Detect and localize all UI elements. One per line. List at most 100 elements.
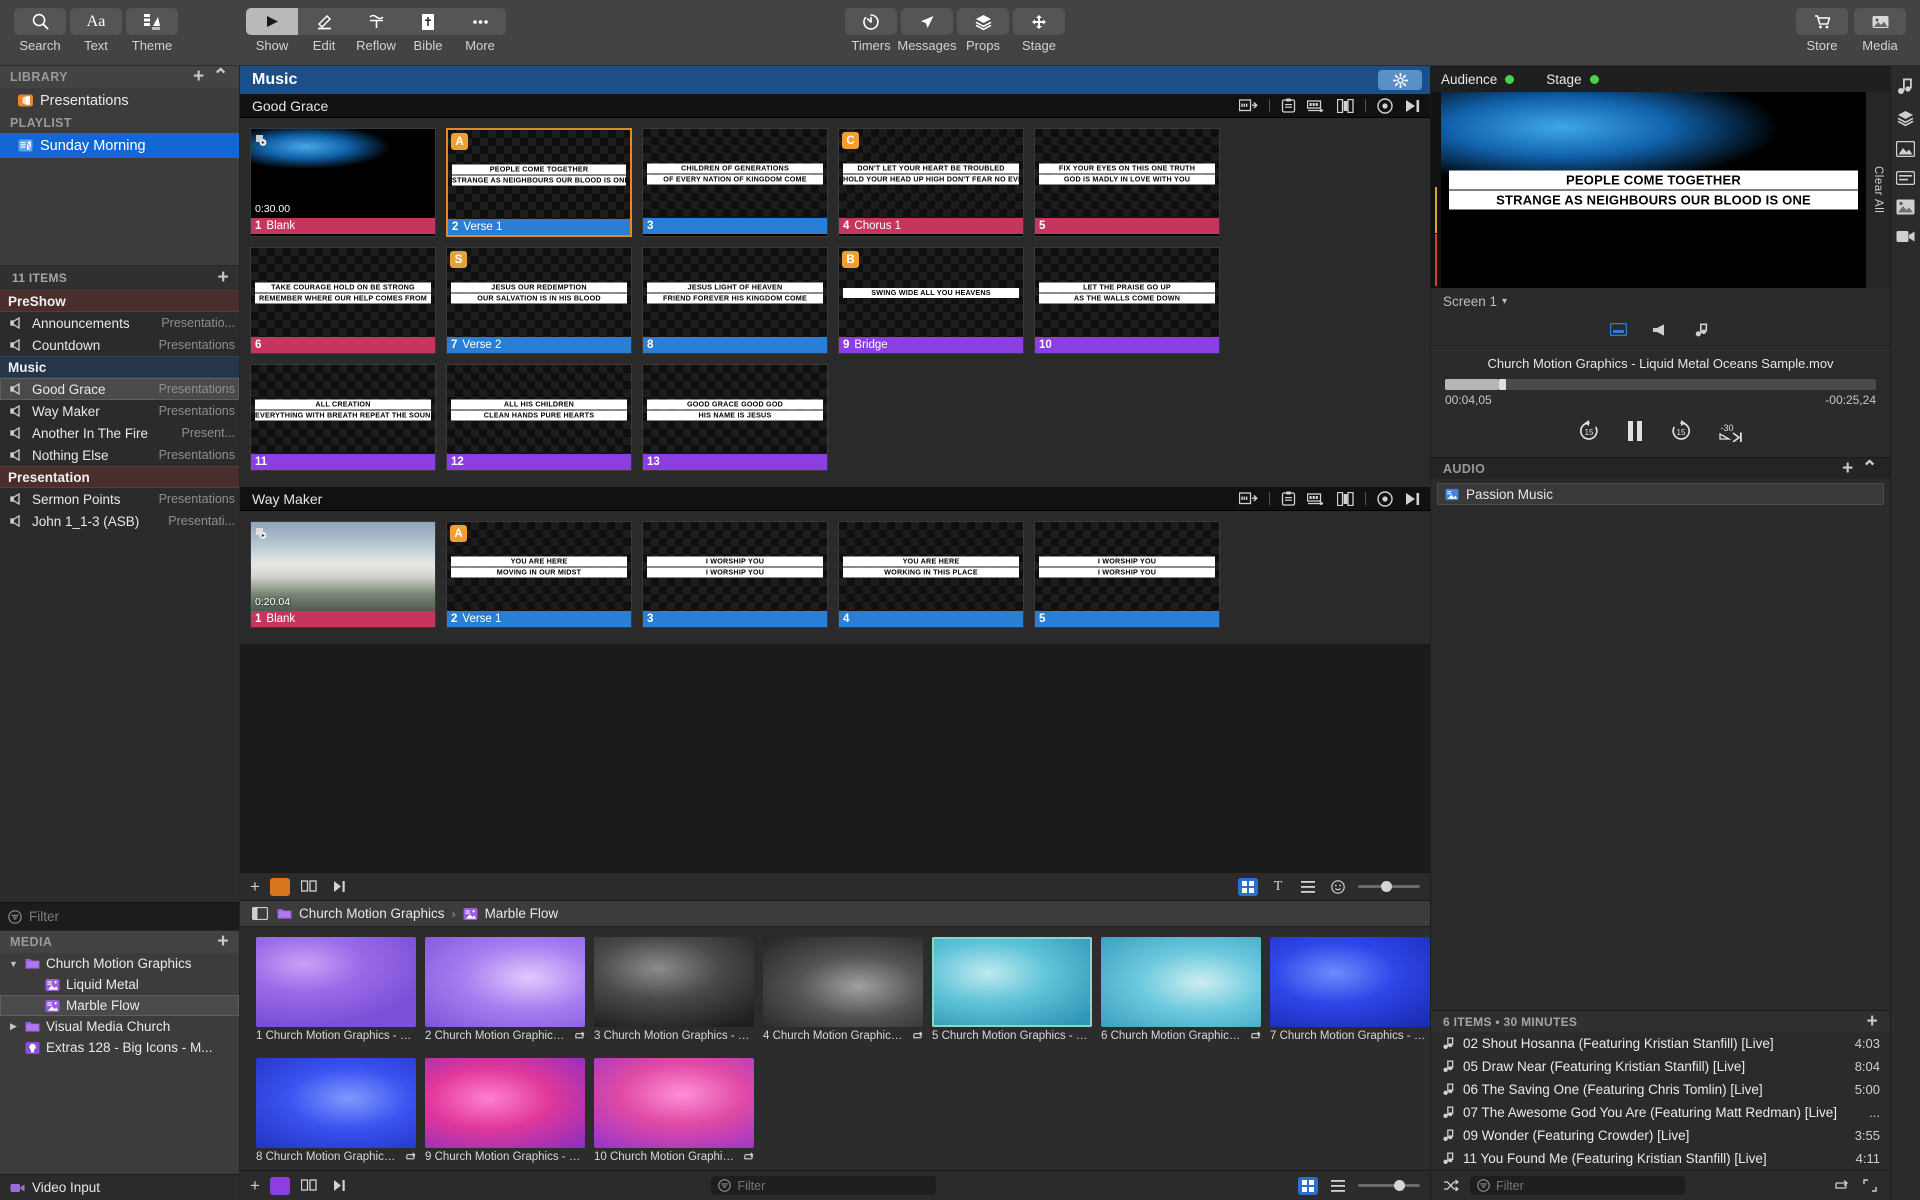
slide-group-badge[interactable]: A (450, 525, 467, 542)
add-media-item-button[interactable]: + (250, 1176, 260, 1196)
mode-reflow-button[interactable] (350, 8, 402, 35)
disclosure-triangle-icon[interactable]: ▶ (8, 1021, 19, 1032)
emoji-icon[interactable] (1328, 878, 1348, 896)
video-rail-icon[interactable] (1896, 229, 1915, 244)
media-thumbnail[interactable] (594, 937, 754, 1027)
media-bin-item[interactable]: 3 Church Motion Graphics - Ma... (594, 937, 754, 1050)
slide-thumbnail[interactable]: A YOU ARE HERE MOVING IN OUR MIDST 2 Verse 1 (446, 521, 632, 628)
media-bin-item[interactable]: 9 Church Motion Graphics - Ma... (425, 1057, 585, 1171)
disclosure-triangle-icon[interactable]: ▼ (8, 959, 19, 969)
color-swatch-icon[interactable] (269, 877, 290, 896)
document-row[interactable]: Nothing Else Presentations (0, 444, 239, 466)
media-scrubber[interactable] (1445, 379, 1876, 390)
next-icon[interactable] (1404, 99, 1422, 113)
mode-show-button[interactable] (246, 8, 298, 35)
slide-thumbnail[interactable]: LET THE PRAISE GO UP AS THE WALLS COME DO… (1034, 247, 1220, 354)
slide-thumbnail[interactable]: I WORSHIP YOU I WORSHIP YOU 5 (1034, 521, 1220, 628)
jump-30-icon[interactable]: -30 (1717, 420, 1745, 442)
sidebar-item-sunday-morning[interactable]: Sunday Morning (0, 133, 239, 158)
media-thumbnail[interactable] (256, 1057, 416, 1148)
media-thumbnail[interactable] (1101, 937, 1261, 1027)
audio-playlist-item[interactable]: Passion Music (1437, 483, 1884, 505)
slide-thumbnail[interactable]: B SWING WIDE ALL YOU HEAVENS 9 Bridge (838, 247, 1024, 354)
add-library-button[interactable]: + (189, 67, 209, 86)
document-row[interactable]: Countdown Presentations (0, 334, 239, 356)
media-tree-row[interactable]: Marble Flow (0, 995, 239, 1016)
media-thumbnail[interactable] (425, 937, 585, 1027)
arrange-icon[interactable] (1337, 98, 1354, 113)
media-thumbnail[interactable] (256, 937, 416, 1027)
add-audio-button[interactable]: + (1838, 459, 1858, 478)
record-icon[interactable] (1377, 97, 1393, 114)
media-thumbnail[interactable] (594, 1057, 754, 1148)
audio-filter-input[interactable]: Filter (1470, 1176, 1685, 1195)
group-icon[interactable] (300, 878, 320, 896)
toolbar-media-button[interactable]: Media (1854, 8, 1906, 53)
song-row[interactable]: 11 You Found Me (Featuring Kristian Stan… (1431, 1147, 1890, 1170)
slide-thumbnail[interactable]: A PEOPLE COME TOGETHER STRANGE AS NEIGHBOU… (446, 128, 632, 237)
slide-thumbnail[interactable]: C DON'T LET YOUR HEART BE TROUBLED HOLD YO… (838, 128, 1024, 237)
document-group-header[interactable]: Presentation (0, 466, 239, 488)
media-thumbnail[interactable] (1270, 937, 1430, 1027)
slide-thumbnail[interactable]: TAKE COURAGE HOLD ON BE STRONG REMEMBER W… (250, 247, 436, 354)
clipboard-icon[interactable] (1281, 491, 1296, 506)
playlist-filter-bar[interactable]: Filter (0, 902, 239, 930)
document-group-header[interactable]: Music (0, 356, 239, 378)
props-rail-icon[interactable] (1896, 141, 1915, 157)
timeline-icon[interactable] (1307, 492, 1326, 505)
forward-15-icon[interactable]: 15 (1669, 419, 1693, 443)
slide-thumbnail[interactable]: GOOD GRACE GOOD GOD HIS NAME IS JESUS 13 (642, 364, 828, 471)
media-filter-input[interactable]: Filter (711, 1176, 937, 1195)
grid-view-icon[interactable] (1238, 877, 1258, 896)
document-row[interactable]: Way Maker Presentations (0, 400, 239, 422)
clear-all-button[interactable]: Clear All (1866, 92, 1890, 288)
toolbar-timers-button[interactable]: Timers (845, 8, 897, 53)
document-row[interactable]: John 1_1-3 (ASB) Presentati... (0, 510, 239, 532)
song-row[interactable]: 09 Wonder (Featuring Crowder) [Live] 3:55 (1431, 1124, 1890, 1147)
breadcrumb-folder-label[interactable]: Church Motion Graphics (299, 906, 445, 921)
rewind-15-icon[interactable]: 15 (1577, 419, 1601, 443)
media-color-swatch-icon[interactable] (269, 1176, 290, 1195)
add-song-button[interactable]: + (1863, 1012, 1882, 1031)
song-row[interactable]: 05 Draw Near (Featuring Kristian Stanfil… (1431, 1055, 1890, 1078)
document-group-header[interactable]: PreShow (0, 290, 239, 312)
slide-thumbnail[interactable]: CHILDREN OF GENERATIONS OF EVERY NATION O… (642, 128, 828, 237)
slide-thumbnail[interactable]: 0:30.00 1 Blank (250, 128, 436, 237)
layers-rail-icon[interactable] (1896, 109, 1915, 127)
messages-rail-icon[interactable] (1896, 171, 1915, 185)
toolbar-store-button[interactable]: Store (1796, 8, 1848, 53)
toolbar-search-button[interactable]: Search (14, 8, 66, 53)
media-tree-row[interactable]: Liquid Metal (0, 974, 239, 995)
record-icon[interactable] (1377, 490, 1393, 507)
media-tree-row[interactable]: ▼ Church Motion Graphics (0, 953, 239, 974)
media-thumbnail[interactable] (763, 937, 923, 1027)
slide-thumbnail[interactable]: 0:20.04 1 Blank (250, 521, 436, 628)
media-grid-view-icon[interactable] (1298, 1176, 1318, 1195)
media-thumbnail[interactable] (425, 1057, 585, 1148)
screen-selector[interactable]: Screen 1 ▾ (1431, 288, 1890, 314)
slide-thumbnail[interactable]: JESUS LIGHT OF HEAVEN FRIEND FOREVER HIS … (642, 247, 828, 354)
media-tree-row[interactable]: Extras 128 - Big Icons - M... (0, 1037, 239, 1058)
media-list-view-icon[interactable] (1328, 1177, 1348, 1195)
media-bin-item[interactable]: 4 Church Motion Graphics -... (763, 937, 923, 1050)
video-input-row[interactable]: Video Input (0, 1174, 239, 1200)
document-row[interactable]: Another In The Fire Present... (0, 422, 239, 444)
pause-icon[interactable] (1625, 420, 1645, 442)
collapse-library-icon[interactable]: ⌃ (209, 67, 233, 86)
sidebar-item-presentations[interactable]: Presentations (0, 88, 239, 113)
text-view-icon[interactable]: T (1268, 878, 1288, 896)
media-bin-item[interactable]: 5 Church Motion Graphics - Ma... (932, 937, 1092, 1050)
media-bin-item[interactable]: 10 Church Motion Graphics... (594, 1057, 754, 1171)
shuffle-icon[interactable] (1441, 1177, 1461, 1195)
collapse-audio-icon[interactable]: ⌃ (1858, 459, 1882, 478)
arrange-icon[interactable] (1337, 491, 1354, 506)
media-bin-item[interactable]: 1 Church Motion Graphics - Ma... (256, 937, 416, 1050)
clipboard-icon[interactable] (1281, 98, 1296, 113)
toolbar-theme-button[interactable]: Theme (126, 8, 178, 53)
media-bin-item[interactable]: 7 Church Motion Graphics - Ma... (1270, 937, 1430, 1050)
media-bin-item[interactable]: 6 Church Motion Graphics -... (1101, 937, 1261, 1050)
media-bin-item[interactable]: 2 Church Motion Graphics -... (425, 937, 585, 1050)
document-row[interactable]: Good Grace Presentations (0, 378, 239, 400)
add-media-button[interactable]: + (214, 932, 234, 951)
slide-advance-icon[interactable] (1239, 492, 1258, 505)
